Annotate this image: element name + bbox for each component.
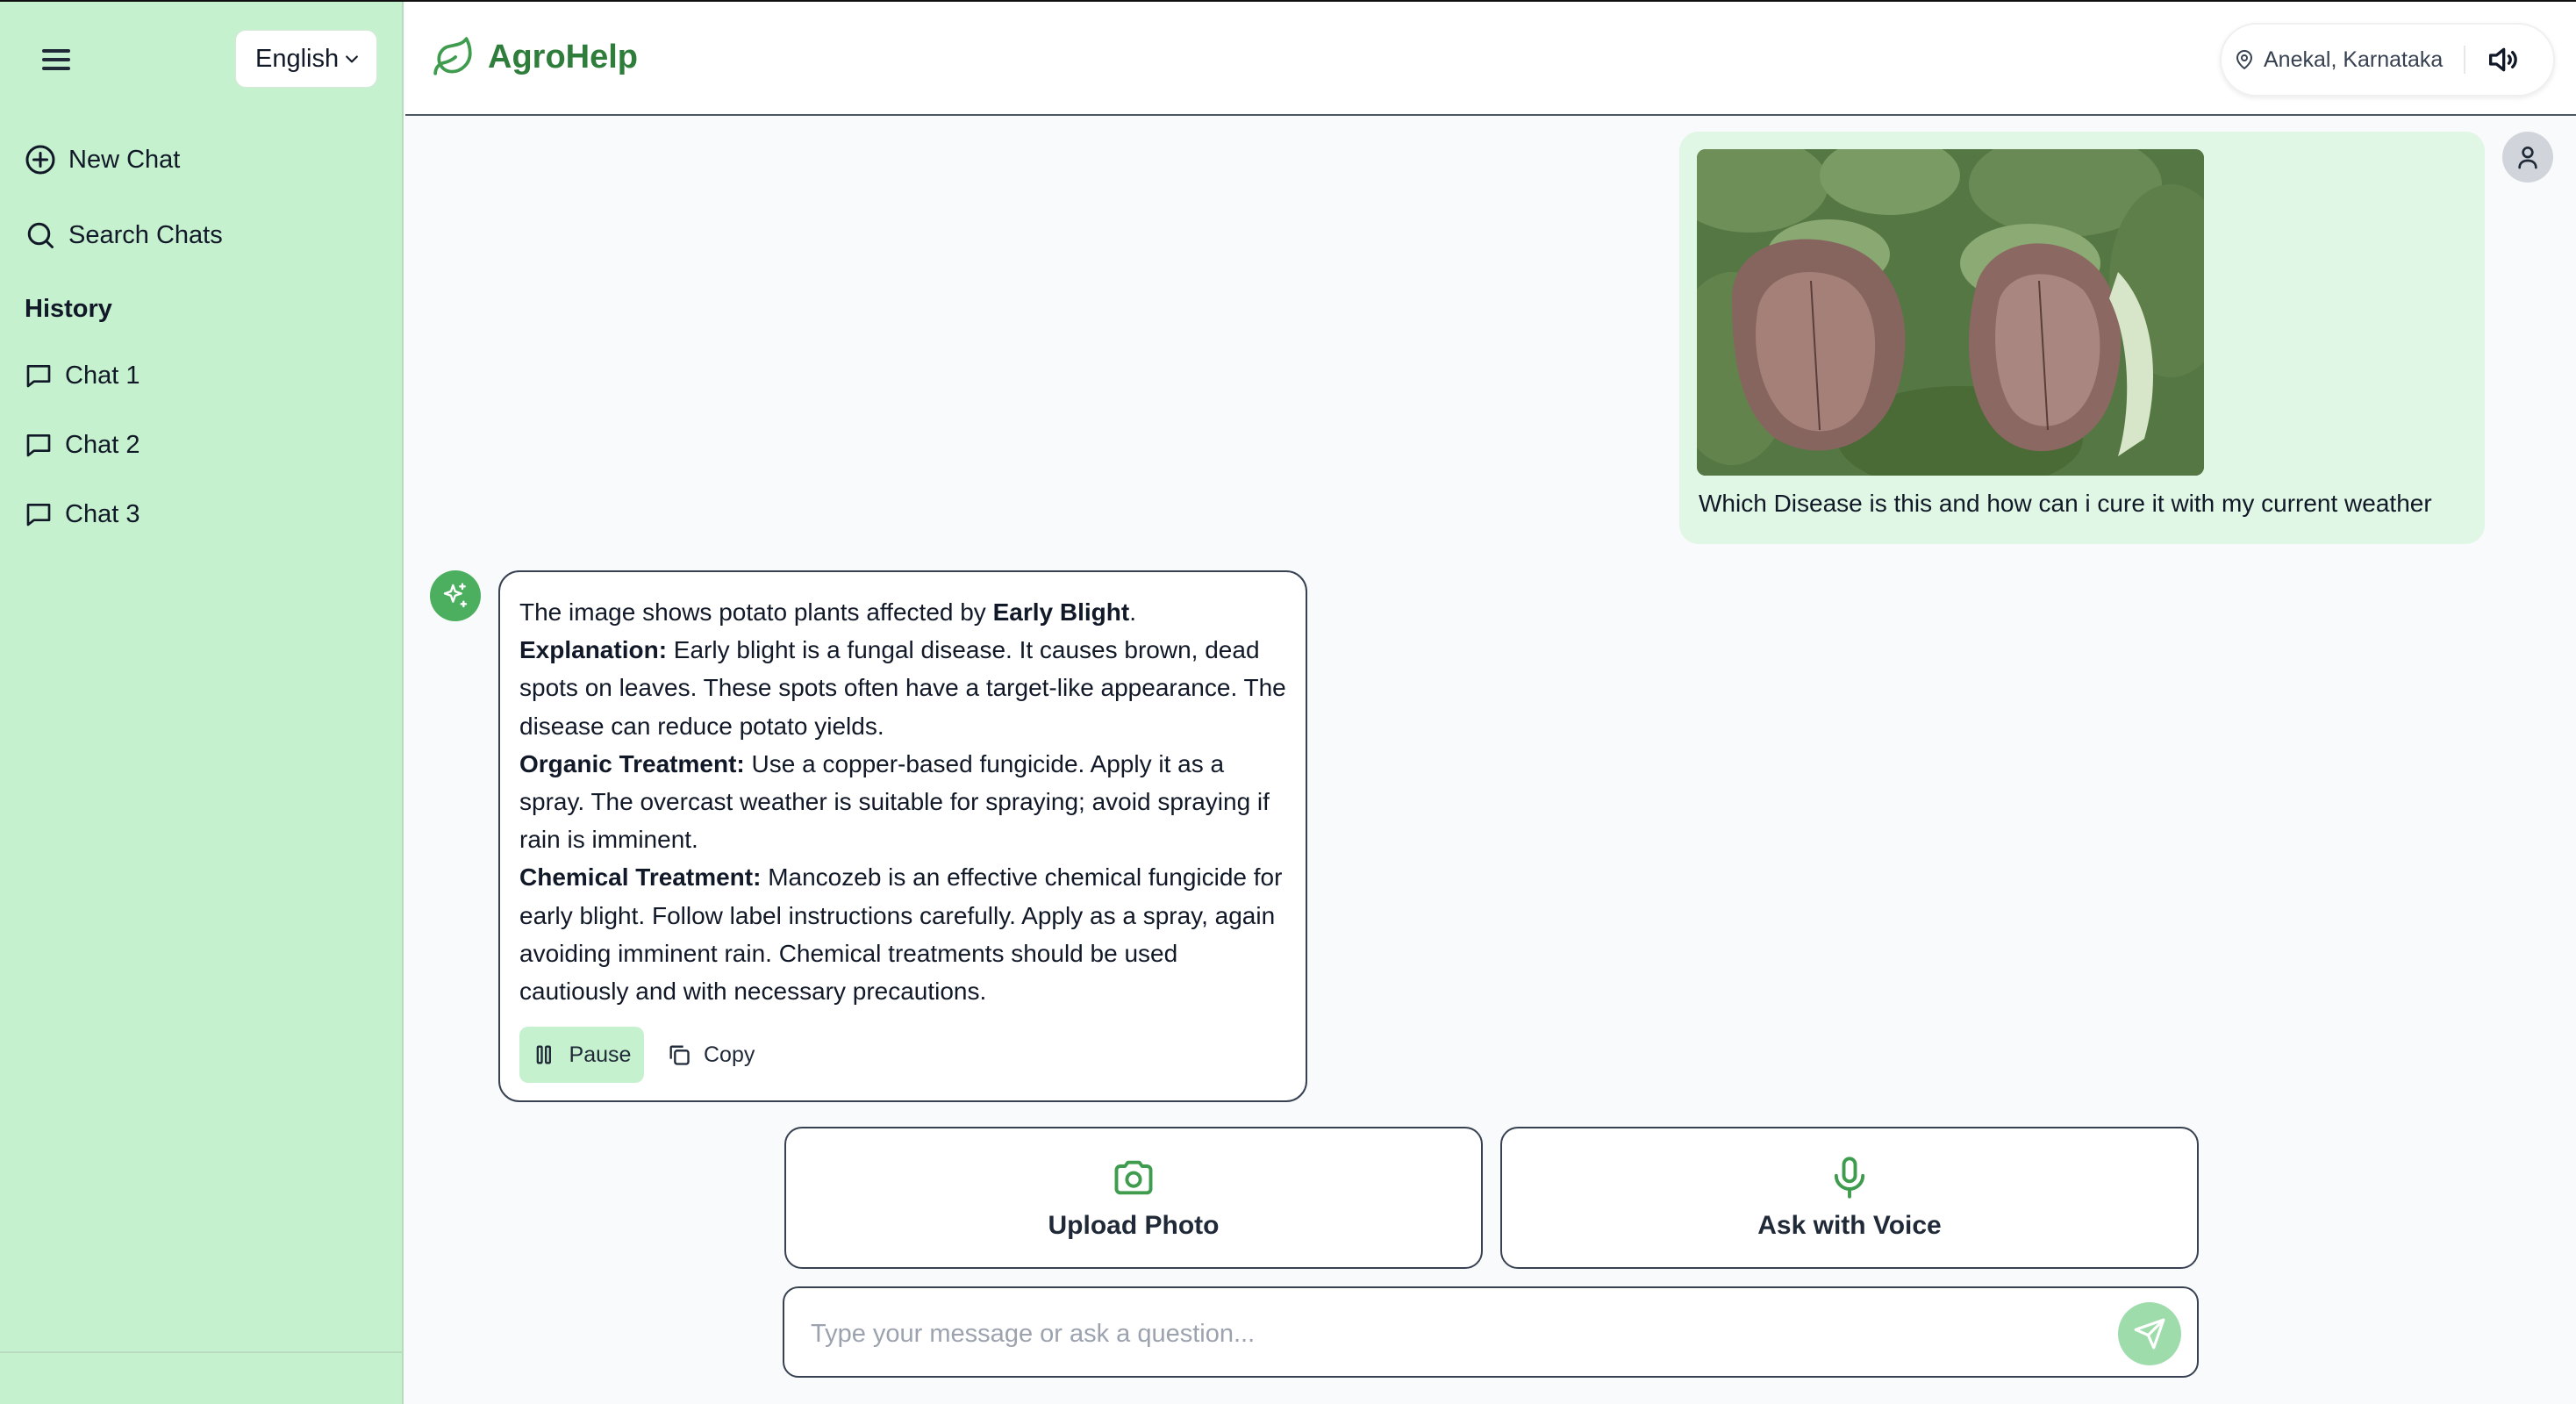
pause-icon: [536, 1045, 551, 1064]
header-controls: Anekal, Karnataka: [2220, 23, 2555, 97]
copy-button[interactable]: Copy: [667, 1042, 755, 1068]
brand-name: AgroHelp: [488, 38, 638, 75]
message-input[interactable]: [811, 1307, 2109, 1360]
copy-icon: [669, 1045, 690, 1065]
bot-explanation: Explanation: Early blight is a fungal di…: [519, 636, 1286, 740]
copy-label: Copy: [704, 1042, 755, 1067]
sidebar-item-chat-1[interactable]: Chat 1: [25, 353, 140, 398]
bot-message-text: The image shows potato plants affected b…: [519, 593, 1286, 1010]
language-value: English: [255, 44, 340, 73]
chat-label: Chat 3: [65, 499, 140, 528]
brand[interactable]: AgroHelp: [432, 35, 638, 79]
search-icon: [27, 222, 54, 248]
sidebar-item-chat-2[interactable]: Chat 2: [25, 422, 140, 468]
bot-message: The image shows potato plants affected b…: [498, 570, 1307, 1102]
mic-icon: [1834, 1157, 1865, 1199]
chat-label: Chat 2: [65, 430, 140, 459]
window-top-border: [0, 0, 2576, 2]
search-chats-button[interactable]: Search Chats: [25, 212, 223, 258]
user-message: Which Disease is this and how can i cure…: [1679, 132, 2485, 544]
message-square-icon: [26, 365, 51, 388]
pause-button[interactable]: Pause: [519, 1027, 644, 1083]
chat-label: Chat 1: [65, 361, 140, 390]
send-icon: [2134, 1318, 2165, 1350]
pause-label: Pause: [569, 1042, 632, 1067]
map-pin-icon: [2236, 50, 2252, 69]
sidebar-item-chat-3[interactable]: Chat 3: [25, 491, 140, 537]
user-avatar[interactable]: [2502, 132, 2553, 183]
sidebar-footer-divider: [0, 1351, 402, 1353]
language-select[interactable]: English: [235, 30, 377, 88]
disease-name: Early Blight: [992, 598, 1130, 626]
leaf-icon: [433, 37, 472, 75]
app-header: AgroHelp Anekal, Karnataka: [405, 2, 2576, 116]
message-input-bar: [783, 1286, 2199, 1378]
sidebar: English New Chat Search Chats History Ch…: [0, 0, 404, 1404]
speaker-button[interactable]: [2478, 35, 2527, 84]
bot-chemical-treatment: Chemical Treatment: Mancozeb is an effec…: [519, 863, 1283, 1006]
ask-with-voice-label: Ask with Voice: [1757, 1211, 1942, 1240]
bot-avatar: [430, 570, 481, 621]
location-text: Anekal, Karnataka: [2264, 47, 2444, 72]
plus-circle-icon: [25, 145, 55, 175]
user-icon: [2518, 147, 2537, 169]
camera-icon: [1114, 1160, 1153, 1195]
upload-photo-label: Upload Photo: [1048, 1211, 1220, 1240]
potato-leaf-photo: [1697, 149, 2204, 476]
search-chats-label: Search Chats: [68, 220, 223, 249]
chevron-down-icon: [346, 55, 358, 63]
bot-organic-treatment: Organic Treatment: Use a copper-based fu…: [519, 749, 1270, 854]
new-chat-button[interactable]: New Chat: [25, 137, 180, 183]
message-square-icon: [26, 504, 51, 526]
uploaded-plant-image[interactable]: [1697, 149, 2204, 476]
sparkles-icon: [443, 583, 468, 608]
speaker-icon: [2489, 47, 2518, 72]
user-message-text: Which Disease is this and how can i cure…: [1699, 490, 2432, 517]
location-display[interactable]: Anekal, Karnataka: [2222, 47, 2443, 73]
message-square-icon: [26, 434, 51, 457]
new-chat-label: New Chat: [68, 145, 181, 174]
ask-with-voice-button[interactable]: Ask with Voice: [1500, 1127, 2199, 1269]
bot-intro: The image shows potato plants affected b…: [519, 598, 1136, 626]
bot-message-actions: Pause Copy: [519, 1027, 755, 1083]
send-button[interactable]: [2118, 1302, 2181, 1365]
upload-photo-button[interactable]: Upload Photo: [784, 1127, 1483, 1269]
history-heading: History: [25, 295, 112, 323]
menu-icon[interactable]: [39, 46, 74, 74]
header-divider: [2464, 46, 2466, 74]
